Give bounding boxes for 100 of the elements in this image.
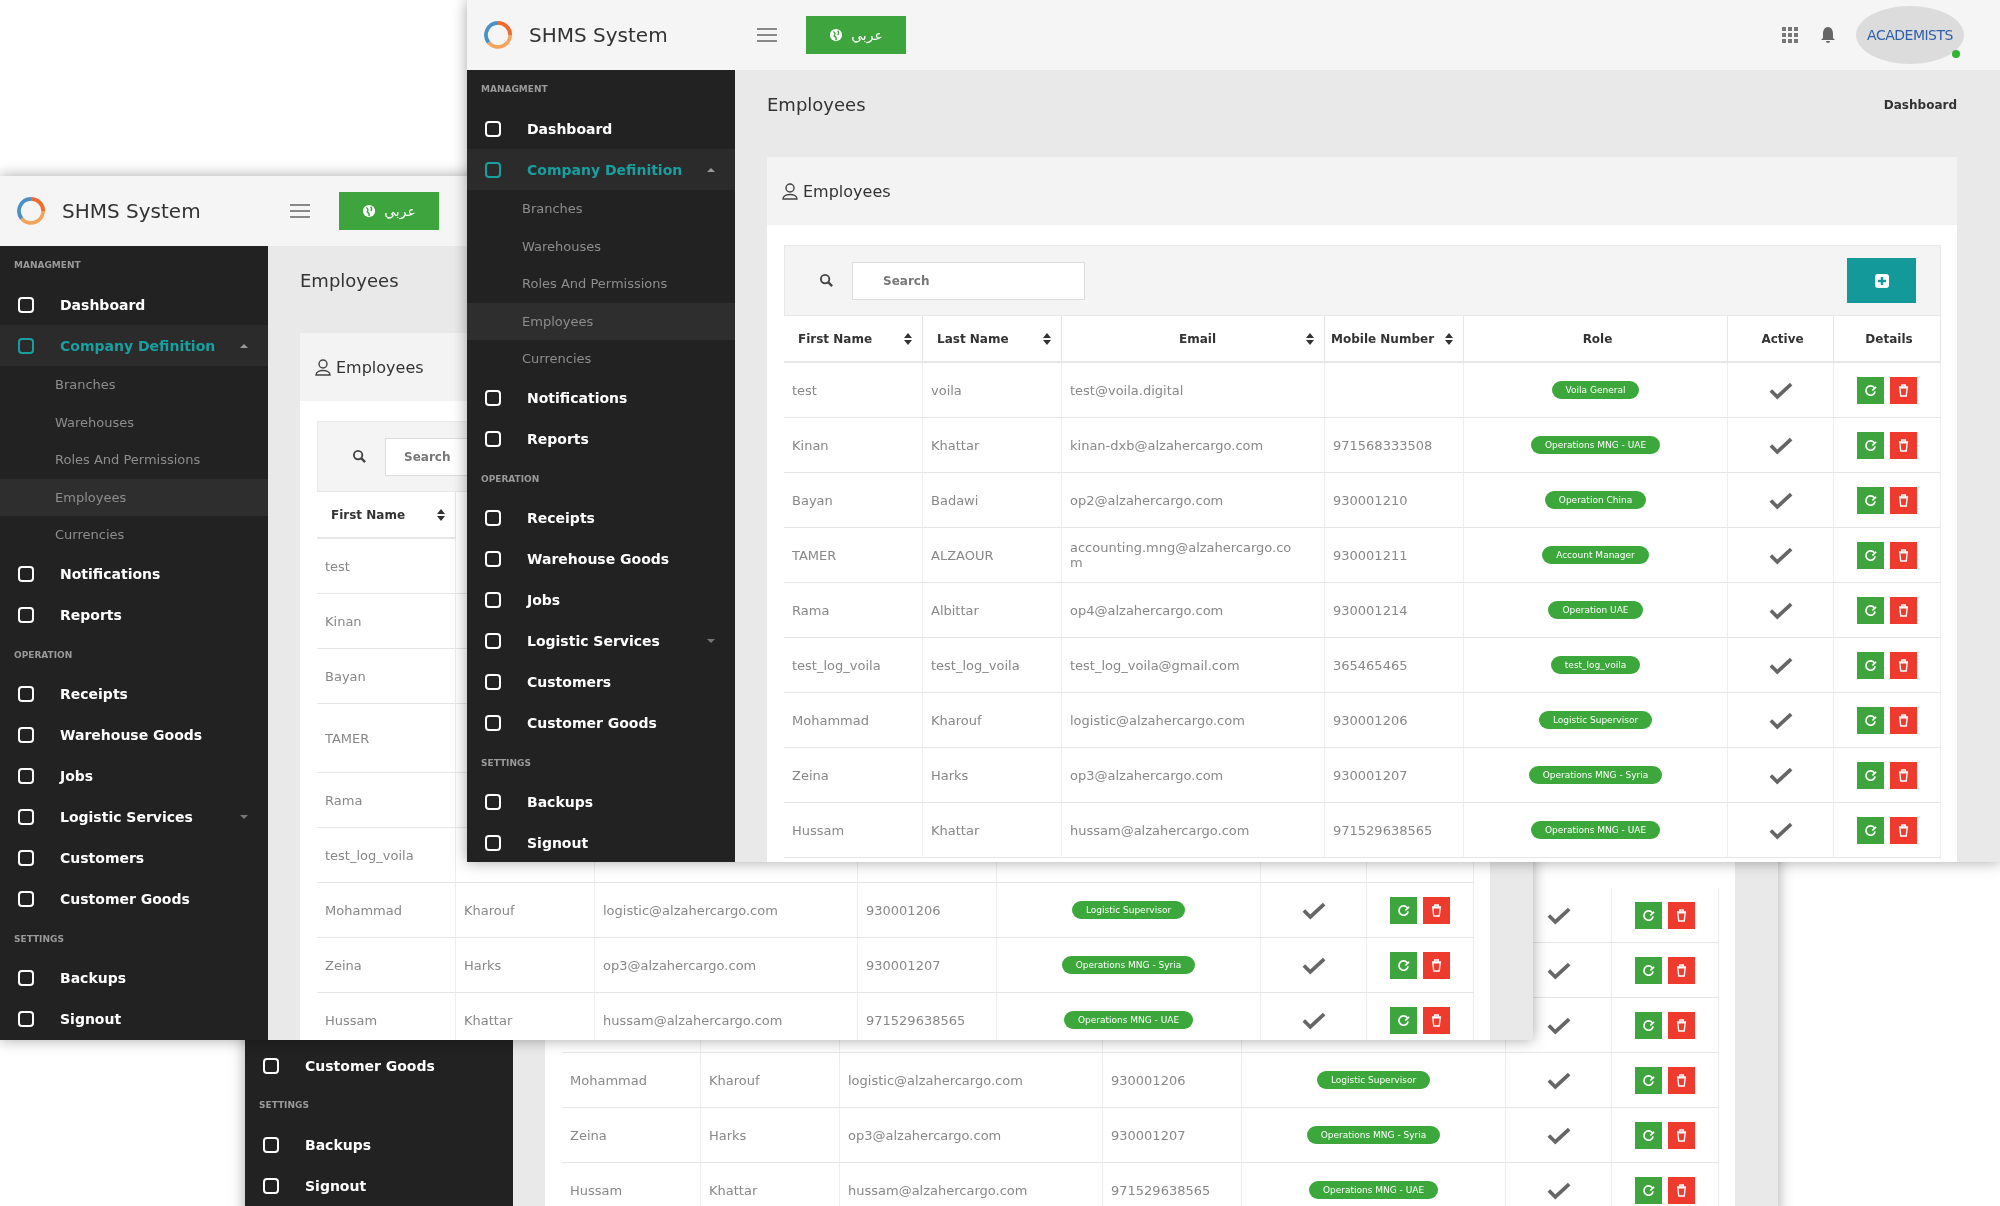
- avatar[interactable]: ACADEMISTS: [1856, 6, 1964, 64]
- sidebar-item[interactable]: Customers: [0, 837, 268, 879]
- trash-icon: [1898, 548, 1909, 562]
- role-tag: Logistic Supervisor: [1316, 1071, 1431, 1089]
- edit-button[interactable]: [1857, 761, 1884, 789]
- delete-button[interactable]: [1423, 1006, 1450, 1034]
- edit-icon: [1397, 903, 1410, 917]
- role-tag: test_log_voila: [1550, 656, 1641, 674]
- sidebar-item[interactable]: Warehouse Goods: [467, 538, 735, 580]
- trash-icon: [1898, 603, 1909, 617]
- delete-button[interactable]: [1668, 1176, 1695, 1204]
- delete-button[interactable]: [1668, 1066, 1695, 1094]
- table-cell: logistic@alzahercargo.com: [1062, 693, 1325, 748]
- square-icon: [16, 294, 36, 315]
- edit-button[interactable]: [1857, 651, 1884, 679]
- square-icon: [16, 889, 36, 909]
- delete-button[interactable]: [1890, 376, 1917, 404]
- sidebar-item[interactable]: Signout: [245, 1165, 513, 1206]
- sidebar-item[interactable]: Backups: [0, 957, 268, 999]
- breadcrumb-link[interactable]: Dashboard: [1883, 94, 1957, 112]
- sidebar-item[interactable]: Notifications: [0, 553, 268, 595]
- table-cell: 365465465: [1325, 638, 1464, 693]
- edit-button[interactable]: [1857, 816, 1884, 844]
- sidebar-subitem[interactable]: Roles And Permissions: [467, 265, 735, 303]
- delete-button[interactable]: [1890, 816, 1917, 844]
- delete-button[interactable]: [1890, 486, 1917, 514]
- edit-button[interactable]: [1857, 541, 1884, 569]
- sidebar-item[interactable]: Logistic Services: [467, 620, 735, 662]
- delete-button[interactable]: [1668, 901, 1695, 929]
- delete-button[interactable]: [1890, 706, 1917, 734]
- delete-button[interactable]: [1423, 896, 1450, 924]
- sidebar-item[interactable]: Reports: [0, 594, 268, 636]
- sidebar-subitem[interactable]: Warehouses: [0, 403, 268, 441]
- search-field[interactable]: Search: [852, 261, 1085, 300]
- sidebar-item[interactable]: Jobs: [467, 579, 735, 621]
- sidebar-item[interactable]: Customer Goods: [467, 702, 735, 744]
- edit-button[interactable]: [1857, 431, 1884, 459]
- table-cell: 930001206: [1103, 1053, 1242, 1108]
- sidebar-item[interactable]: Signout: [0, 998, 268, 1040]
- edit-button[interactable]: [1635, 1011, 1662, 1039]
- edit-button[interactable]: [1390, 896, 1417, 924]
- sidebar-item[interactable]: Reports: [467, 418, 735, 460]
- table-cell: hussam@alzahercargo.com: [1062, 803, 1325, 858]
- sidebar-subitem[interactable]: Roles And Permissions: [0, 441, 268, 479]
- menu-icon[interactable]: [290, 204, 310, 218]
- delete-button[interactable]: [1423, 951, 1450, 979]
- sidebar-subitem[interactable]: Warehouses: [467, 227, 735, 265]
- table-cell: TAMER: [784, 528, 923, 583]
- sidebar-subitem[interactable]: Employees: [467, 302, 735, 340]
- bell-icon[interactable]: [1820, 26, 1836, 44]
- edit-icon: [1642, 1128, 1655, 1142]
- apps-grid-icon[interactable]: [1782, 27, 1798, 43]
- add-button[interactable]: [1847, 258, 1916, 303]
- sidebar-item[interactable]: Receipts: [0, 673, 268, 715]
- sidebar-item[interactable]: Jobs: [0, 755, 268, 797]
- sidebar-item[interactable]: Dashboard: [467, 108, 735, 149]
- edit-button[interactable]: [1635, 901, 1662, 929]
- edit-button[interactable]: [1635, 1066, 1662, 1094]
- menu-icon[interactable]: [757, 28, 777, 42]
- edit-button[interactable]: [1635, 956, 1662, 984]
- sidebar-item[interactable]: Dashboard: [0, 284, 268, 325]
- delete-button[interactable]: [1668, 1121, 1695, 1149]
- sidebar-item[interactable]: Backups: [245, 1124, 513, 1165]
- sidebar-item[interactable]: Company Definition: [467, 149, 735, 190]
- sidebar-item[interactable]: Backups: [467, 781, 735, 823]
- search-field[interactable]: Search: [385, 437, 467, 476]
- sidebar-item[interactable]: Customers: [467, 661, 735, 703]
- delete-button[interactable]: [1890, 596, 1917, 624]
- sidebar-subitem[interactable]: Currencies: [0, 516, 268, 554]
- edit-button[interactable]: [1857, 376, 1884, 404]
- sidebar-item[interactable]: Warehouse Goods: [0, 714, 268, 756]
- delete-button[interactable]: [1890, 651, 1917, 679]
- edit-button[interactable]: [1857, 486, 1884, 514]
- sidebar-item[interactable]: Company Definition: [0, 325, 268, 366]
- edit-button[interactable]: [1390, 1006, 1417, 1034]
- delete-button[interactable]: [1890, 541, 1917, 569]
- table-cell: test: [317, 539, 456, 594]
- table-cell: Zeina: [317, 938, 456, 993]
- edit-button[interactable]: [1390, 951, 1417, 979]
- delete-button[interactable]: [1668, 1011, 1695, 1039]
- edit-button[interactable]: [1857, 706, 1884, 734]
- edit-button[interactable]: [1635, 1121, 1662, 1149]
- sidebar-subitem[interactable]: Currencies: [467, 340, 735, 378]
- edit-button[interactable]: [1857, 596, 1884, 624]
- sidebar-item[interactable]: Receipts: [467, 497, 735, 539]
- sidebar-item[interactable]: Customer Goods: [0, 878, 268, 920]
- sidebar-item[interactable]: Customer Goods: [245, 1045, 513, 1086]
- edit-button[interactable]: [1635, 1176, 1662, 1204]
- trash-icon: [1898, 768, 1909, 782]
- square-icon: [483, 159, 503, 180]
- sidebar-subitem[interactable]: Branches: [467, 190, 735, 228]
- delete-button[interactable]: [1668, 956, 1695, 984]
- delete-button[interactable]: [1890, 431, 1917, 459]
- sidebar-item[interactable]: Signout: [467, 822, 735, 862]
- sidebar-item[interactable]: Notifications: [467, 377, 735, 419]
- sidebar-item[interactable]: Logistic Services: [0, 796, 268, 838]
- delete-button[interactable]: [1890, 761, 1917, 789]
- section-heading: SETTINGS: [258, 1099, 310, 1112]
- sidebar-subitem[interactable]: Employees: [0, 478, 268, 516]
- sidebar-subitem[interactable]: Branches: [0, 366, 268, 404]
